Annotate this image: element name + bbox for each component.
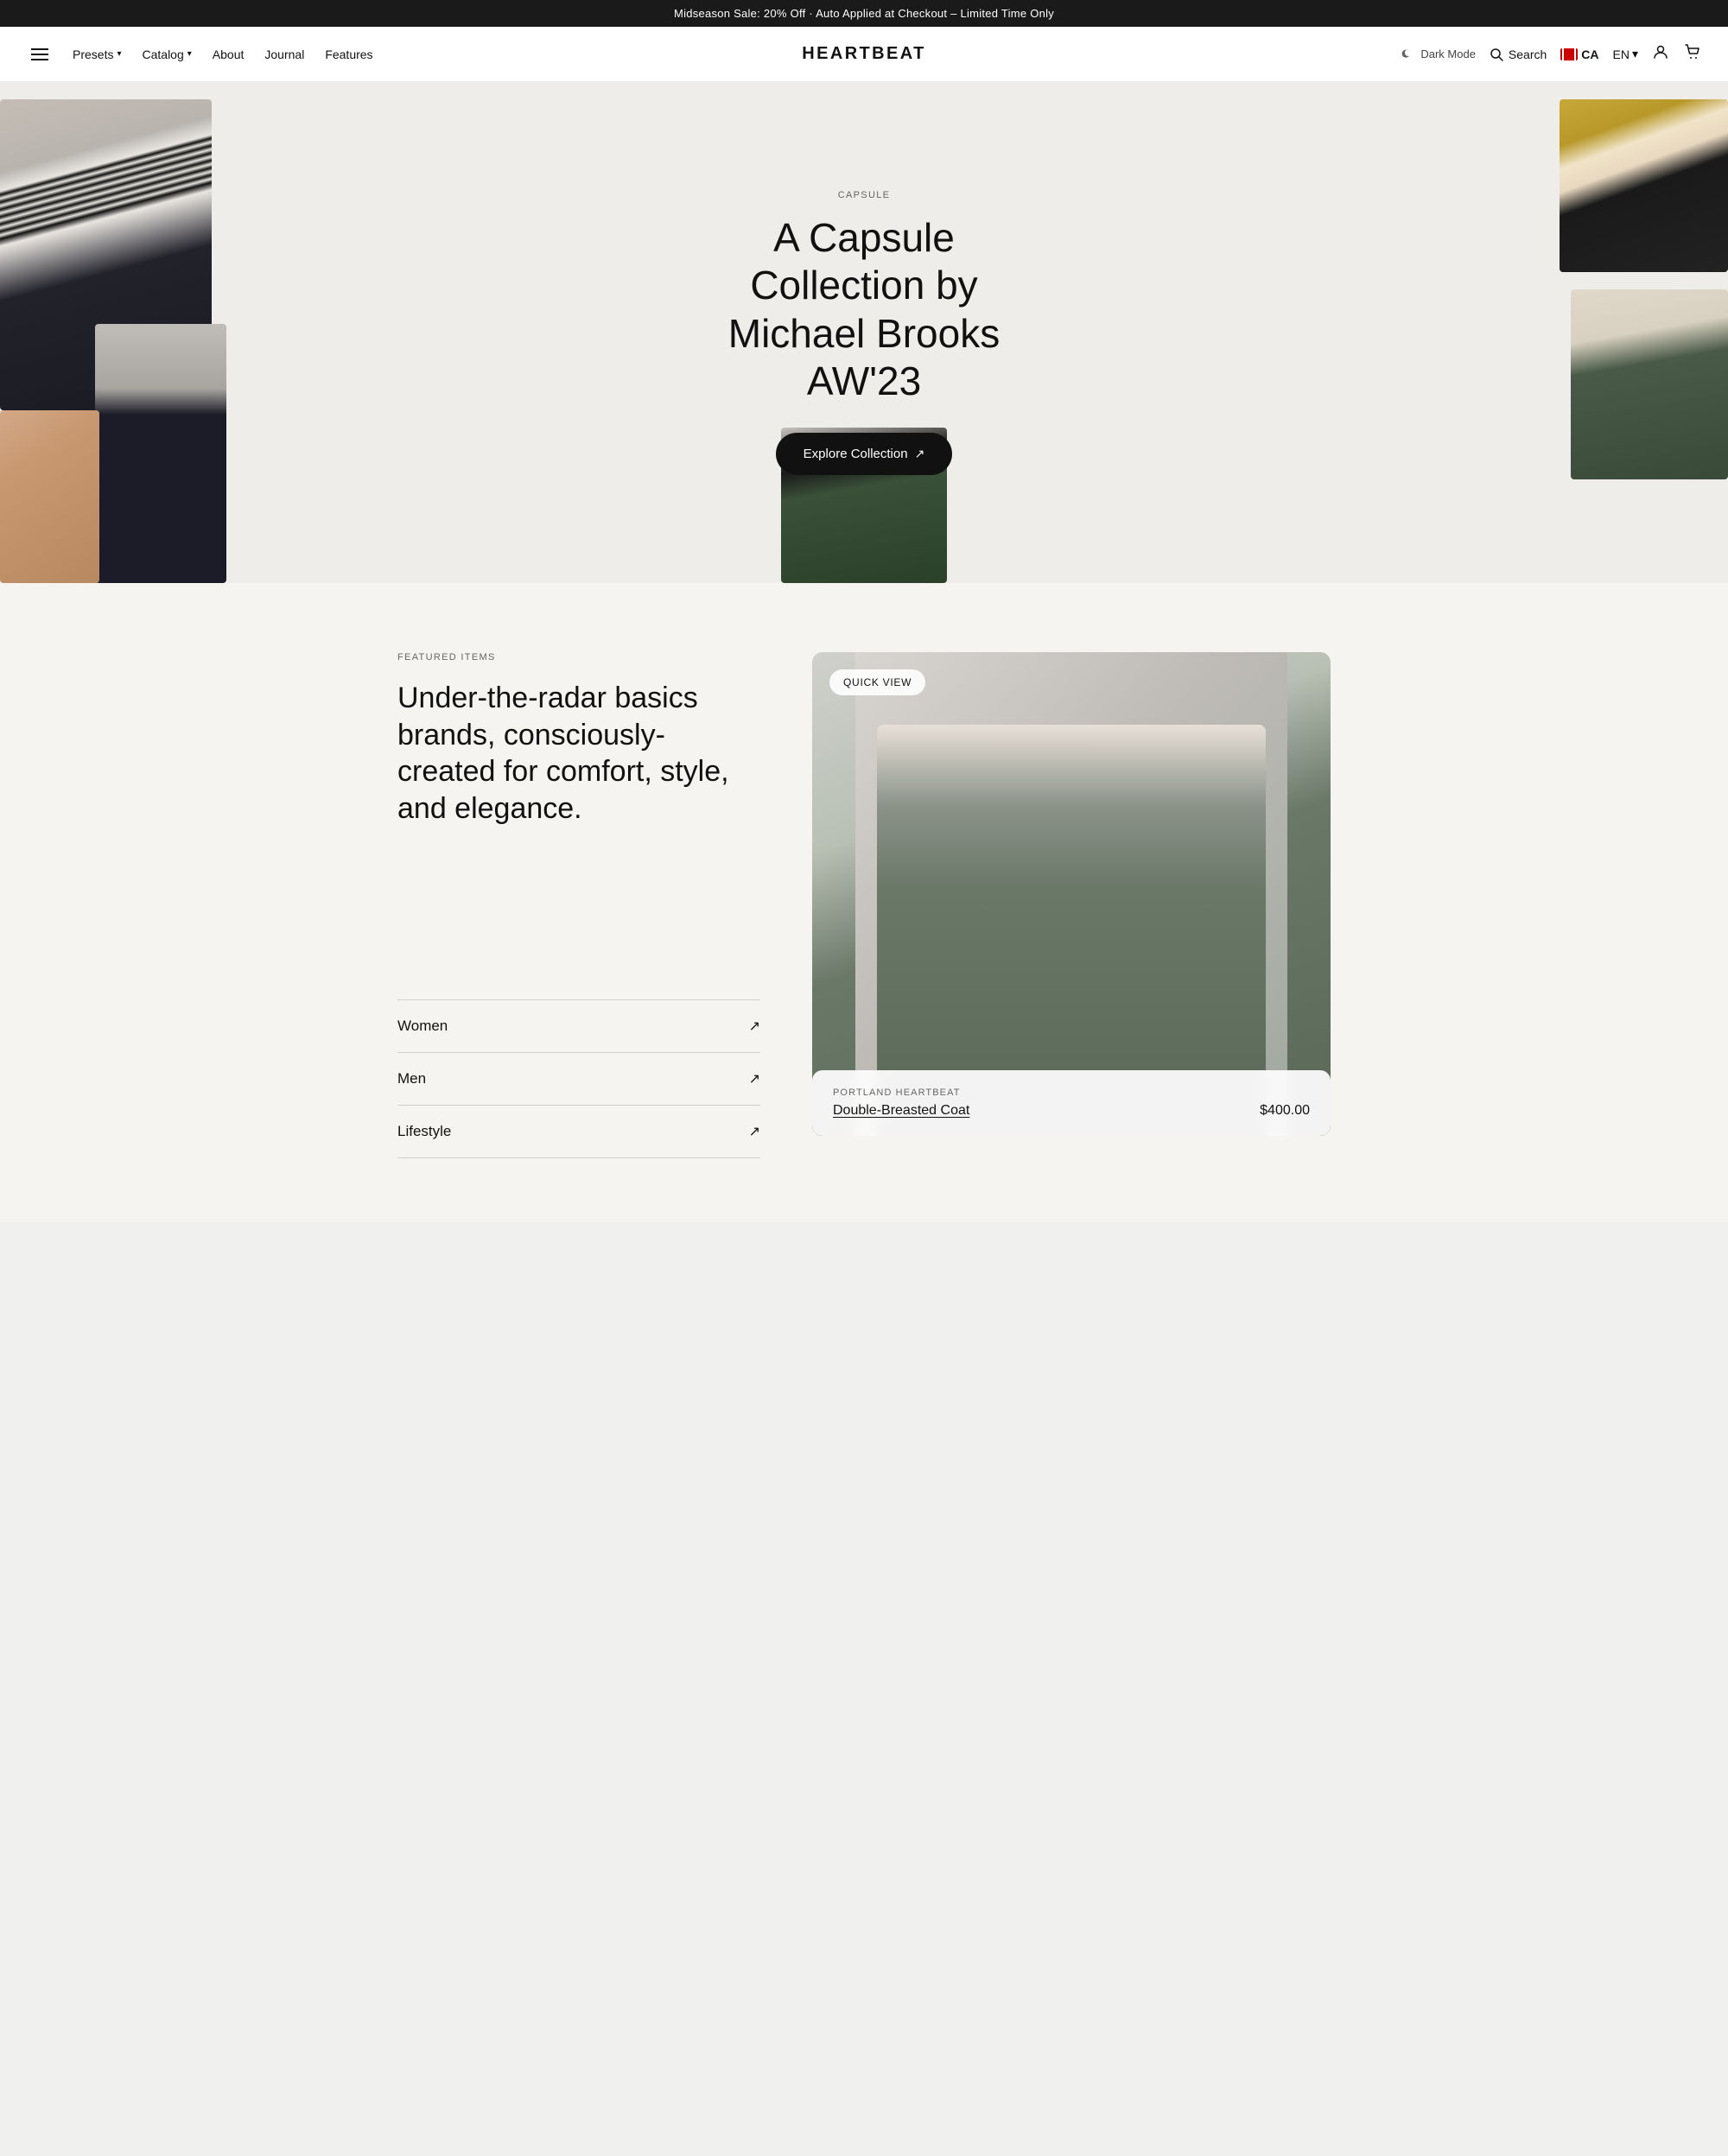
featured-link-lifestyle[interactable]: Lifestyle ↗ (397, 1106, 760, 1158)
hamburger-menu[interactable] (28, 45, 52, 64)
product-price: $400.00 (1260, 1103, 1310, 1119)
site-logo[interactable]: HEARTBEAT (802, 44, 925, 64)
nav-presets[interactable]: Presets ▾ (73, 48, 122, 61)
cta-label: Explore Collection (804, 447, 908, 461)
women-label: Women (397, 1018, 448, 1035)
hamburger-line (31, 54, 48, 55)
hero-image-man-hat (1560, 99, 1728, 272)
nav-journal[interactable]: Journal (264, 48, 304, 61)
catalog-label: Catalog (143, 48, 184, 61)
men-arrow: ↗ (749, 1070, 760, 1088)
product-image (812, 652, 1331, 1136)
presets-label: Presets (73, 48, 113, 61)
cta-arrow: ↗ (915, 447, 925, 461)
flag-icon (1560, 48, 1578, 60)
nav-left: Presets ▾ Catalog ▾ About Journal Featur… (28, 45, 864, 64)
features-label: Features (325, 48, 372, 61)
lifestyle-arrow: ↗ (749, 1123, 760, 1140)
women-arrow: ↗ (749, 1018, 760, 1035)
featured-title: Under-the-radar basics brands, conscious… (397, 680, 760, 827)
featured-links: Women ↗ Men ↗ Lifestyle ↗ (397, 999, 760, 1158)
announcement-text: Midseason Sale: 20% Off · Auto Applied a… (674, 7, 1054, 20)
product-brand: PORTLAND HEARTBEAT (833, 1088, 969, 1098)
featured-link-men[interactable]: Men ↗ (397, 1053, 760, 1106)
journal-label: Journal (264, 48, 304, 61)
lang-label: EN (1613, 48, 1630, 61)
moon-icon (1401, 48, 1415, 61)
hero-image-knit-green (1571, 289, 1728, 479)
product-info-left: PORTLAND HEARTBEAT Double-Breasted Coat (833, 1088, 969, 1119)
nav-about[interactable]: About (213, 48, 245, 61)
quick-view-button[interactable]: QUICK VIEW (829, 669, 925, 695)
nav-catalog[interactable]: Catalog ▾ (143, 48, 192, 61)
featured-left: FEATURED ITEMS Under-the-radar basics br… (397, 652, 760, 1158)
presets-chevron: ▾ (117, 49, 121, 59)
dark-mode-toggle[interactable]: Dark Mode (1401, 48, 1476, 61)
search-button[interactable]: Search (1490, 48, 1547, 61)
lifestyle-label: Lifestyle (397, 1123, 451, 1140)
search-icon (1490, 48, 1503, 61)
nav-right: Dark Mode Search CA EN ▾ (864, 43, 1700, 65)
hero-title: A Capsule Collection by Michael Brooks A… (683, 214, 1045, 405)
locale-selector[interactable]: CA (1560, 48, 1598, 61)
featured-right: QUICK VIEW (812, 652, 1331, 1136)
locale-label: CA (1581, 48, 1598, 61)
product-figure-svg (812, 652, 1331, 1136)
search-label: Search (1509, 48, 1547, 61)
about-label: About (213, 48, 245, 61)
navigation: Presets ▾ Catalog ▾ About Journal Featur… (0, 27, 1728, 82)
product-name[interactable]: Double-Breasted Coat (833, 1103, 969, 1119)
product-card: QUICK VIEW (812, 652, 1331, 1136)
hamburger-line (31, 48, 48, 50)
hero-content: CAPSULE A Capsule Collection by Michael … (683, 190, 1045, 475)
hero-image-man-dark (95, 324, 226, 583)
dark-mode-label: Dark Mode (1420, 48, 1476, 60)
featured-inner: FEATURED ITEMS Under-the-radar basics br… (346, 652, 1382, 1158)
explore-collection-button[interactable]: Explore Collection ↗ (776, 433, 953, 475)
hamburger-line (31, 59, 48, 60)
hero-section: CAPSULE A Capsule Collection by Michael … (0, 82, 1728, 583)
nav-items: Presets ▾ Catalog ▾ About Journal Featur… (73, 48, 373, 61)
featured-link-women[interactable]: Women ↗ (397, 1000, 760, 1053)
product-info-bar: PORTLAND HEARTBEAT Double-Breasted Coat … (812, 1070, 1331, 1136)
language-selector[interactable]: EN ▾ (1613, 47, 1638, 61)
featured-tag: FEATURED ITEMS (397, 652, 760, 663)
catalog-chevron: ▾ (187, 49, 192, 59)
cart-icon (1683, 43, 1700, 60)
hero-image-skin-texture (0, 410, 99, 583)
account-button[interactable] (1652, 43, 1669, 65)
cart-button[interactable] (1683, 43, 1700, 65)
bottom-spacer (0, 1188, 1728, 1222)
lang-chevron: ▾ (1632, 47, 1638, 61)
hero-tag: CAPSULE (683, 190, 1045, 200)
featured-section: FEATURED ITEMS Under-the-radar basics br… (0, 583, 1728, 1188)
account-icon (1652, 43, 1669, 60)
men-label: Men (397, 1070, 426, 1088)
nav-features[interactable]: Features (325, 48, 372, 61)
announcement-bar: Midseason Sale: 20% Off · Auto Applied a… (0, 0, 1728, 27)
